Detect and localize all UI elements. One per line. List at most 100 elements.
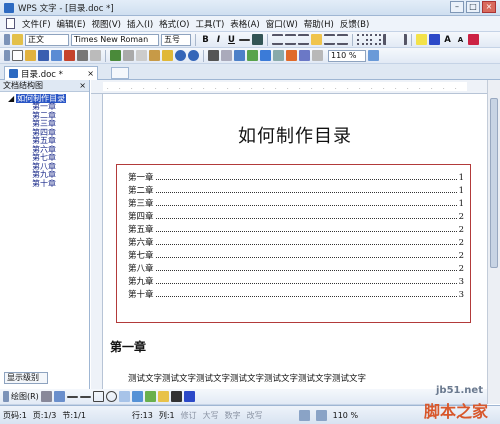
menu-file[interactable]: 文件(F): [19, 18, 54, 30]
cut-icon[interactable]: [123, 50, 134, 61]
document-tab[interactable]: 目录.doc * ×: [4, 66, 98, 80]
line-spacing-icon[interactable]: [337, 34, 348, 45]
status-revision[interactable]: 修订: [181, 410, 197, 421]
toc-entry[interactable]: 第九章 3: [128, 275, 464, 287]
view-normal-icon[interactable]: [298, 409, 310, 421]
strikethrough-icon[interactable]: [239, 38, 250, 41]
highlight-icon[interactable]: [416, 34, 427, 45]
redo-icon[interactable]: [188, 50, 199, 61]
copy-icon[interactable]: [136, 50, 147, 61]
bold-button[interactable]: B: [200, 35, 211, 45]
spellcheck-icon[interactable]: [110, 50, 121, 61]
toc-entry[interactable]: 第四章 2: [128, 210, 464, 222]
toc-entry[interactable]: 第五章 2: [128, 223, 464, 235]
help-icon[interactable]: [368, 50, 379, 61]
font-color-a-icon[interactable]: [252, 34, 263, 45]
toc-entry[interactable]: 第七章 2: [128, 249, 464, 261]
columns-icon[interactable]: [299, 50, 310, 61]
toc-entry[interactable]: 第八章 2: [128, 262, 464, 274]
horizontal-ruler[interactable]: · · · · · · · · · · · · · · · · · · · · · · · · · · · · · ·: [91, 80, 487, 94]
style-select[interactable]: 正文: [25, 33, 69, 46]
collapse-triangle-icon[interactable]: ◢: [8, 94, 14, 103]
toc-entry[interactable]: 第十章 3: [128, 288, 464, 300]
rectangle-icon[interactable]: [92, 391, 104, 402]
font-select[interactable]: Times New Roman: [71, 33, 159, 46]
menu-feedback[interactable]: 反馈(B): [337, 18, 372, 30]
zoom-select[interactable]: 110 %: [328, 49, 366, 62]
fill-color-icon[interactable]: [157, 391, 169, 402]
justify-icon[interactable]: [311, 34, 322, 45]
toc-entry[interactable]: 第二章 1: [128, 184, 464, 196]
paste-icon[interactable]: [149, 50, 160, 61]
email-icon[interactable]: [51, 50, 62, 61]
format-painter-icon[interactable]: [162, 50, 173, 61]
numbering-icon[interactable]: [357, 34, 368, 45]
draw-menu-button[interactable]: 绘图(R): [11, 391, 39, 402]
menu-insert[interactable]: 插入(I): [124, 18, 156, 30]
hyperlink-icon[interactable]: [260, 50, 271, 61]
arrow-icon[interactable]: [79, 395, 91, 398]
grow-font-icon[interactable]: A: [442, 35, 453, 45]
toc-entry[interactable]: 第一章 1: [128, 171, 464, 183]
insert-table-icon[interactable]: [221, 50, 232, 61]
menu-table[interactable]: 表格(A): [227, 18, 262, 30]
toc-entry[interactable]: 第六章 2: [128, 236, 464, 248]
close-window-button[interactable]: ×: [482, 1, 496, 13]
phonetic-icon[interactable]: [468, 34, 479, 45]
open-icon[interactable]: [25, 50, 36, 61]
align-center-icon[interactable]: [285, 34, 296, 45]
paragraph-mark-icon[interactable]: [208, 50, 219, 61]
textbox-draw-icon[interactable]: [118, 391, 130, 402]
vertical-scrollbar[interactable]: [487, 80, 500, 404]
close-tab-icon[interactable]: ×: [87, 69, 94, 78]
align-left-icon[interactable]: [272, 34, 283, 45]
tree-item-10[interactable]: 第十章: [32, 179, 89, 189]
show-level-button[interactable]: 显示级别: [4, 372, 48, 384]
preview-icon[interactable]: [90, 50, 101, 61]
view-page-icon[interactable]: [315, 409, 327, 421]
underline-button[interactable]: U: [226, 35, 237, 45]
menu-help[interactable]: 帮助(H): [301, 18, 337, 30]
scroll-thumb[interactable]: [490, 98, 498, 268]
print-icon[interactable]: [77, 50, 88, 61]
align-right-icon[interactable]: [298, 34, 309, 45]
shrink-font-icon[interactable]: A: [455, 36, 466, 44]
undo-icon[interactable]: [175, 50, 186, 61]
decrease-indent-icon[interactable]: [383, 34, 394, 45]
menu-window[interactable]: 窗口(W): [263, 18, 301, 30]
text-color-icon[interactable]: [429, 34, 440, 45]
status-overwrite[interactable]: 改写: [247, 410, 263, 421]
menu-view[interactable]: 视图(V): [89, 18, 124, 30]
insert-picture-icon[interactable]: [247, 50, 258, 61]
vertical-ruler[interactable]: [91, 94, 103, 404]
line-color-icon[interactable]: [170, 391, 182, 402]
new-tab-button[interactable]: [111, 67, 129, 79]
oval-icon[interactable]: [105, 391, 117, 402]
close-pane-icon[interactable]: ×: [79, 80, 86, 92]
insert-chart-icon[interactable]: [234, 50, 245, 61]
menu-edit[interactable]: 编辑(E): [54, 18, 89, 30]
select-objects-icon[interactable]: [40, 391, 52, 402]
menu-format[interactable]: 格式(O): [156, 18, 192, 30]
line-icon[interactable]: [66, 395, 78, 398]
distribute-icon[interactable]: [324, 34, 335, 45]
font-color-draw-icon[interactable]: [183, 391, 195, 402]
save-icon[interactable]: [38, 50, 49, 61]
pdf-icon[interactable]: [64, 50, 75, 61]
menu-tools[interactable]: 工具(T): [192, 18, 227, 30]
text-box-icon[interactable]: [273, 50, 284, 61]
status-zoom[interactable]: 110 %: [333, 411, 358, 420]
maximize-button[interactable]: □: [466, 1, 480, 13]
clipart-icon[interactable]: [144, 391, 156, 402]
minimize-button[interactable]: –: [450, 1, 464, 13]
toc-entry[interactable]: 第三章 1: [128, 197, 464, 209]
wordart-icon[interactable]: [131, 391, 143, 402]
table-of-contents[interactable]: 第一章 1 第二章 1 第三章 1 第四章 2 第五章 2 第六章 2 第七章 2 第八章 2 …: [116, 164, 471, 323]
increase-indent-icon[interactable]: [396, 34, 407, 45]
font-size-select[interactable]: 五号: [161, 33, 191, 46]
new-icon[interactable]: [12, 50, 23, 61]
autoshapes-icon[interactable]: [53, 391, 65, 402]
drawing-icon[interactable]: [286, 50, 297, 61]
document-page[interactable]: 如何制作目录 第一章 1 第二章 1 第三章 1 第四章 2 第五章 2 第六章 2 第七章…: [103, 94, 487, 404]
style-icon[interactable]: [12, 34, 23, 45]
